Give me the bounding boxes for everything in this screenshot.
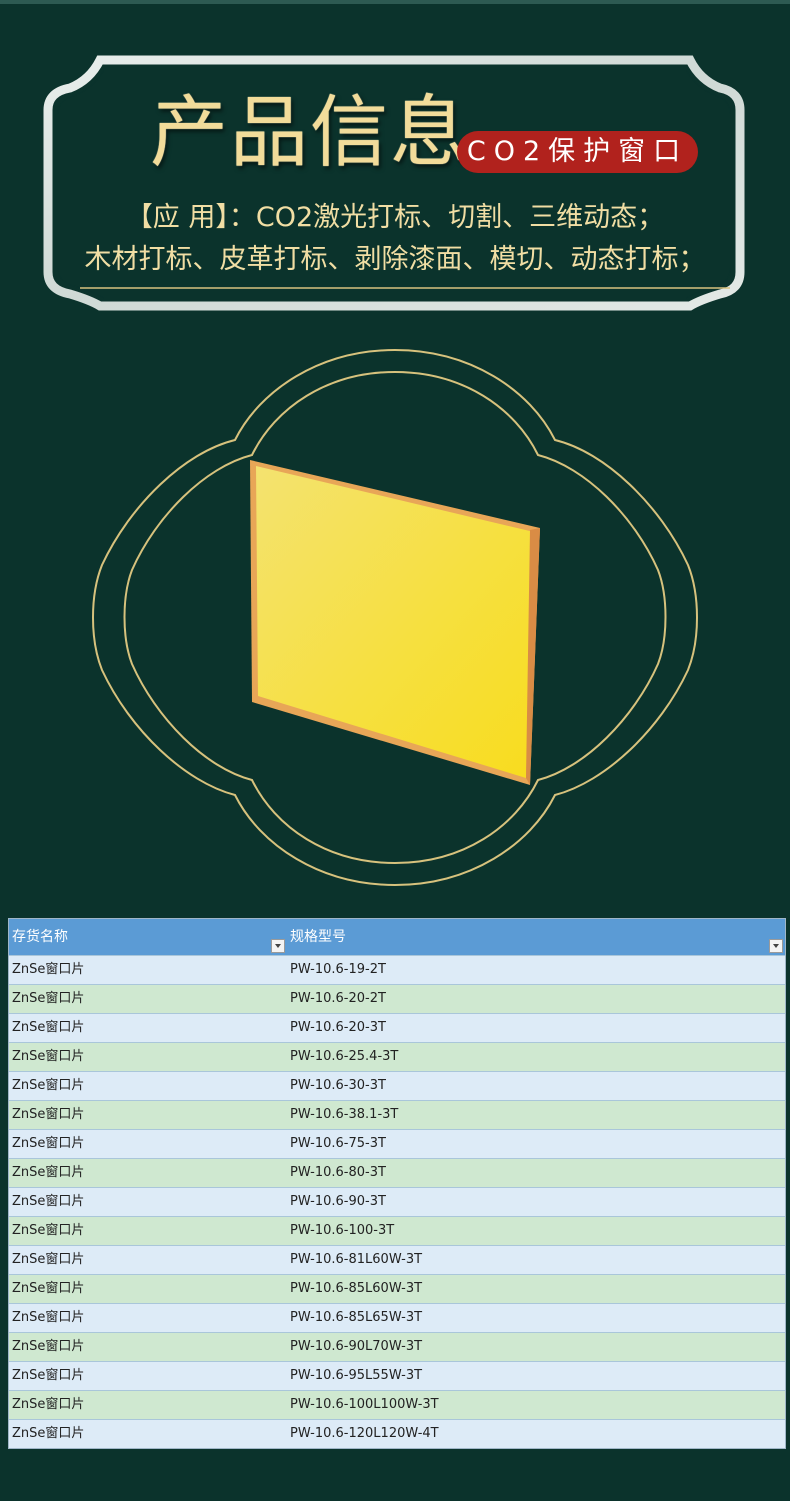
table-row[interactable]: ZnSe窗口片 PW-10.6-90-3T [9, 1187, 785, 1216]
cell-model-number[interactable]: PW-10.6-20-3T [287, 1014, 785, 1042]
filter-dropdown-icon[interactable] [271, 939, 285, 953]
cell-model-number[interactable]: PW-10.6-90-3T [287, 1188, 785, 1216]
table-row[interactable]: ZnSe窗口片 PW-10.6-85L60W-3T [9, 1274, 785, 1303]
cell-product-name[interactable]: ZnSe窗口片 [9, 1072, 287, 1100]
cell-model-number[interactable]: PW-10.6-30-3T [287, 1072, 785, 1100]
table-row[interactable]: ZnSe窗口片 PW-10.6-100L100W-3T [9, 1390, 785, 1419]
spec-table: 存货名称 规格型号 ZnSe窗口片 PW-10.6-19-2T ZnSe窗口片 PW-… [8, 918, 786, 1449]
cell-model-number[interactable]: PW-10.6-100L100W-3T [287, 1391, 785, 1419]
product-badge: CO2保护窗口 [457, 131, 698, 173]
cell-model-number[interactable]: PW-10.6-85L65W-3T [287, 1304, 785, 1332]
table-row[interactable]: ZnSe窗口片 PW-10.6-38.1-3T [9, 1100, 785, 1129]
cell-model-number[interactable]: PW-10.6-80-3T [287, 1159, 785, 1187]
cell-product-name[interactable]: ZnSe窗口片 [9, 1217, 287, 1245]
filter-dropdown-icon[interactable] [769, 939, 783, 953]
table-row[interactable]: ZnSe窗口片 PW-10.6-100-3T [9, 1216, 785, 1245]
table-row[interactable]: ZnSe窗口片 PW-10.6-81L60W-3T [9, 1245, 785, 1274]
cell-model-number[interactable]: PW-10.6-120L120W-4T [287, 1420, 785, 1448]
cell-model-number[interactable]: PW-10.6-90L70W-3T [287, 1333, 785, 1361]
application-line-1: 【应 用】：CO2激光打标、切割、三维动态； [125, 202, 665, 233]
cell-product-name[interactable]: ZnSe窗口片 [9, 1420, 287, 1448]
cell-product-name[interactable]: ZnSe窗口片 [9, 956, 287, 984]
table-row[interactable]: ZnSe窗口片 PW-10.6-30-3T [9, 1071, 785, 1100]
cell-product-name[interactable]: ZnSe窗口片 [9, 1043, 287, 1071]
cell-model-number[interactable]: PW-10.6-81L60W-3T [287, 1246, 785, 1274]
cell-product-name[interactable]: ZnSe窗口片 [9, 1101, 287, 1129]
cell-product-name[interactable]: ZnSe窗口片 [9, 1014, 287, 1042]
column-header-name-label: 存货名称 [12, 929, 68, 945]
table-row[interactable]: ZnSe窗口片 PW-10.6-90L70W-3T [9, 1332, 785, 1361]
cell-model-number[interactable]: PW-10.6-95L55W-3T [287, 1362, 785, 1390]
cell-product-name[interactable]: ZnSe窗口片 [9, 1130, 287, 1158]
cell-product-name[interactable]: ZnSe窗口片 [9, 1275, 287, 1303]
cell-product-name[interactable]: ZnSe窗口片 [9, 1246, 287, 1274]
cell-product-name[interactable]: ZnSe窗口片 [9, 985, 287, 1013]
page-title: 产品信息 [150, 88, 471, 178]
application-line-2: 木材打标、皮革打标、剥除漆面、模切、动态打标； [84, 244, 706, 275]
column-header-model-label: 规格型号 [290, 929, 346, 945]
cell-product-name[interactable]: ZnSe窗口片 [9, 1159, 287, 1187]
cell-model-number[interactable]: PW-10.6-25.4-3T [287, 1043, 785, 1071]
table-row[interactable]: ZnSe窗口片 PW-10.6-95L55W-3T [9, 1361, 785, 1390]
product-image [92, 348, 698, 887]
table-row[interactable]: ZnSe窗口片 PW-10.6-20-3T [9, 1013, 785, 1042]
cell-product-name[interactable]: ZnSe窗口片 [9, 1391, 287, 1419]
cell-model-number[interactable]: PW-10.6-19-2T [287, 956, 785, 984]
cell-model-number[interactable]: PW-10.6-20-2T [287, 985, 785, 1013]
table-body: ZnSe窗口片 PW-10.6-19-2T ZnSe窗口片 PW-10.6-20-2T… [9, 955, 785, 1448]
cell-model-number[interactable]: PW-10.6-38.1-3T [287, 1101, 785, 1129]
cell-product-name[interactable]: ZnSe窗口片 [9, 1362, 287, 1390]
table-row[interactable]: ZnSe窗口片 PW-10.6-25.4-3T [9, 1042, 785, 1071]
column-header-model: 规格型号 [287, 919, 785, 955]
table-row[interactable]: ZnSe窗口片 PW-10.6-75-3T [9, 1129, 785, 1158]
cell-product-name[interactable]: ZnSe窗口片 [9, 1333, 287, 1361]
table-row[interactable]: ZnSe窗口片 PW-10.6-19-2T [9, 955, 785, 984]
table-row[interactable]: ZnSe窗口片 PW-10.6-80-3T [9, 1158, 785, 1187]
table-row[interactable]: ZnSe窗口片 PW-10.6-85L65W-3T [9, 1303, 785, 1332]
table-row[interactable]: ZnSe窗口片 PW-10.6-20-2T [9, 984, 785, 1013]
cell-model-number[interactable]: PW-10.6-100-3T [287, 1217, 785, 1245]
cell-model-number[interactable]: PW-10.6-75-3T [287, 1130, 785, 1158]
column-header-name: 存货名称 [9, 919, 287, 955]
cell-product-name[interactable]: ZnSe窗口片 [9, 1188, 287, 1216]
cell-model-number[interactable]: PW-10.6-85L60W-3T [287, 1275, 785, 1303]
table-row[interactable]: ZnSe窗口片 PW-10.6-120L120W-4T [9, 1419, 785, 1448]
table-header: 存货名称 规格型号 [9, 919, 785, 955]
cell-product-name[interactable]: ZnSe窗口片 [9, 1304, 287, 1332]
